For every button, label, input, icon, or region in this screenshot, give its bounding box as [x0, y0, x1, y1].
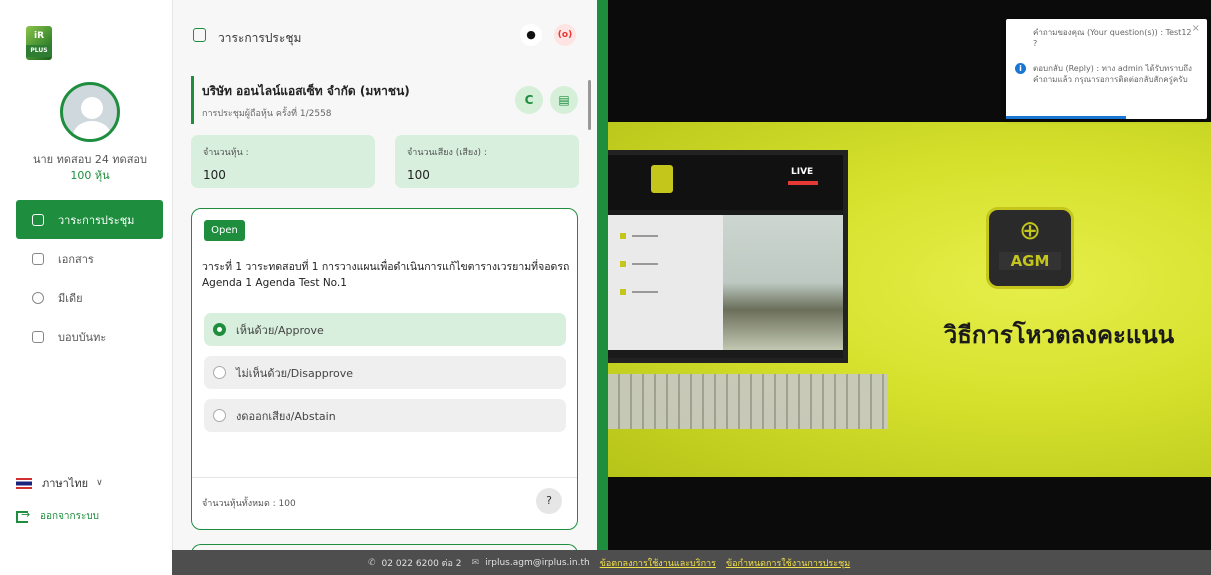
globe-people-icon: ⊕ — [1019, 216, 1041, 246]
sidebar-item-agenda[interactable]: วาระการประชุม — [16, 200, 163, 239]
document-button[interactable]: ▤ — [550, 86, 578, 114]
reply-text: ตอบกลับ (Reply) : ทาง admin ได้รับทราบถึ… — [1033, 64, 1192, 84]
list-line — [632, 291, 658, 293]
agenda-icon — [32, 213, 44, 226]
radio-selected-icon — [213, 323, 226, 336]
votes-value: 100 — [407, 168, 430, 182]
language-selector[interactable]: ภาษาไทย ∨ — [16, 474, 103, 492]
votes-label: จำนวนเสียง (เสียง) : — [407, 148, 487, 158]
list-bullet — [620, 289, 626, 295]
avatar-head-shape — [81, 97, 103, 119]
footer: ✆ 02 022 6200 ต่อ 2 ✉ irplus.agm@irplus.… — [172, 550, 1211, 575]
laptop-header: LIVE — [608, 155, 843, 210]
chat-button[interactable]: ● — [520, 24, 542, 46]
progress-bar — [1006, 116, 1126, 119]
scrollbar[interactable] — [588, 80, 591, 130]
chevron-down-icon: ∨ — [96, 478, 103, 488]
irplus-logo[interactable]: iR PLUS — [26, 26, 52, 60]
list-line — [632, 235, 658, 237]
agenda-title-en: Agenda 1 Agenda Test No.1 — [202, 277, 347, 289]
email-icon: ✉ — [471, 557, 480, 568]
shares-label: จำนวนหุ้น : — [203, 148, 249, 158]
logout-label: ออกจากระบบ — [40, 511, 100, 522]
sidebar-item-label: เอกสาร — [58, 252, 94, 266]
vote-option-abstain[interactable]: งดออกเสียง/Abstain — [204, 399, 566, 432]
logout-button[interactable]: ออกจากระบบ — [16, 508, 100, 524]
laptop-keyboard — [608, 374, 888, 429]
terms-link[interactable]: ข้อตกลงการใช้งานและบริการ — [600, 556, 716, 570]
thai-flag-icon — [16, 477, 32, 489]
laptop-list — [608, 215, 723, 350]
agenda-card: Open วาระที่ 1 วาระทดสอบที่ 1 การวางแผนเ… — [191, 208, 578, 530]
rules-link[interactable]: ข้อกำหนดการใช้งานการประชุม — [726, 556, 850, 570]
list-bullet — [620, 233, 626, 239]
sidebar: iR PLUS นาย ทดสอบ 24 ทดสอบ 100 หุ้น วาระ… — [0, 0, 172, 575]
close-icon[interactable]: × — [1192, 23, 1200, 34]
shares-value: 100 — [203, 168, 226, 182]
laptop-screen-image: LIVE — [608, 150, 848, 363]
phone-icon: ✆ — [368, 557, 376, 568]
agenda-title-th: วาระที่ 1 วาระทดสอบที่ 1 การวางแผนเพื่อด… — [202, 261, 570, 273]
document-icon — [32, 252, 44, 265]
avatar-body-shape — [73, 121, 111, 139]
help-button[interactable]: ? — [536, 488, 562, 514]
refresh-button[interactable]: C — [515, 86, 543, 114]
total-shares: จำนวนหุ้นทั้งหมด : 100 — [202, 499, 296, 509]
agm-logo: ⊕ AGM — [986, 207, 1074, 289]
panel-header: วาระการประชุม ● (o) — [173, 0, 598, 66]
app: iR PLUS นาย ทดสอบ 24 ทดสอบ 100 หุ้น วาระ… — [0, 0, 1211, 575]
phone-number: 02 022 6200 ต่อ 2 — [381, 558, 462, 569]
vote-option-label: ไม่เห็นด้วย/Disapprove — [236, 366, 354, 380]
agenda-panel: วาระการประชุม ● (o) บริษัท ออนไลน์แอสเซ็… — [172, 0, 598, 554]
vote-option-approve[interactable]: เห็นด้วย/Approve — [204, 313, 566, 346]
shares-card: จำนวนหุ้น : 100 — [191, 135, 375, 188]
page-title: วาระการประชุม — [218, 31, 302, 45]
video-frame: LIVE ⊕ AGM วิธีการโหวตลงคะแนน — [608, 122, 1211, 477]
logo-text: iR — [33, 31, 44, 41]
radio-icon — [213, 366, 226, 379]
live-bar — [788, 181, 818, 185]
list-bullet — [620, 261, 626, 267]
question-text: คำถามของคุณ (Your question(s)) : Test12 … — [1033, 28, 1192, 48]
votes-card: จำนวนเสียง (เสียง) : 100 — [395, 135, 579, 188]
vote-option-label: เห็นด้วย/Approve — [236, 323, 324, 337]
list-line — [632, 263, 658, 265]
status-badge: Open — [204, 220, 245, 241]
avatar — [60, 82, 120, 142]
video-title: วิธีการโหวตลงคะแนน — [943, 321, 1175, 349]
sidebar-item-label: วาระการประชุม — [58, 213, 135, 227]
sidebar-item-label: มีเดีย — [58, 291, 83, 305]
sidebar-item-documents[interactable]: เอกสาร — [16, 239, 163, 278]
question-notification: × คำถามของคุณ (Your question(s)) : Test1… — [1006, 19, 1207, 119]
laptop-live-label: LIVE — [791, 167, 814, 177]
radio-icon — [213, 409, 226, 422]
live-button[interactable]: (o) — [554, 24, 576, 46]
agm-logo-text: AGM — [999, 252, 1061, 270]
sidebar-nav: วาระการประชุม เอกสาร มีเดีย บอบบันทะ — [16, 200, 163, 356]
info-icon: i — [1015, 63, 1026, 74]
reply-text-wrapper: i ตอบกลับ (Reply) : ทาง admin ได้รับทราบ… — [1015, 63, 1197, 85]
agenda-icon — [193, 28, 206, 42]
notes-icon — [32, 330, 44, 343]
live-video[interactable]: LIVE ⊕ AGM วิธีการโหวตลงคะแนน × คำถามของ… — [608, 0, 1211, 550]
divider — [192, 477, 577, 478]
sidebar-item-media[interactable]: มีเดีย — [16, 278, 163, 317]
sidebar-item-notes[interactable]: บอบบันทะ — [16, 317, 163, 356]
language-label: ภาษาไทย — [42, 477, 89, 490]
media-icon — [32, 291, 44, 304]
panel-resize-handle[interactable] — [597, 0, 608, 575]
vote-option-disapprove[interactable]: ไม่เห็นด้วย/Disapprove — [204, 356, 566, 389]
user-shares: 100 หุ้น — [70, 169, 110, 182]
sidebar-item-label: บอบบันทะ — [58, 330, 107, 344]
agm-small-logo — [651, 165, 673, 193]
meeting-photo — [723, 215, 843, 350]
logout-icon — [16, 508, 30, 523]
logo-subtext: PLUS — [26, 45, 52, 57]
email-address[interactable]: irplus.agm@irplus.in.th — [485, 558, 590, 568]
vote-option-label: งดออกเสียง/Abstain — [236, 409, 336, 423]
